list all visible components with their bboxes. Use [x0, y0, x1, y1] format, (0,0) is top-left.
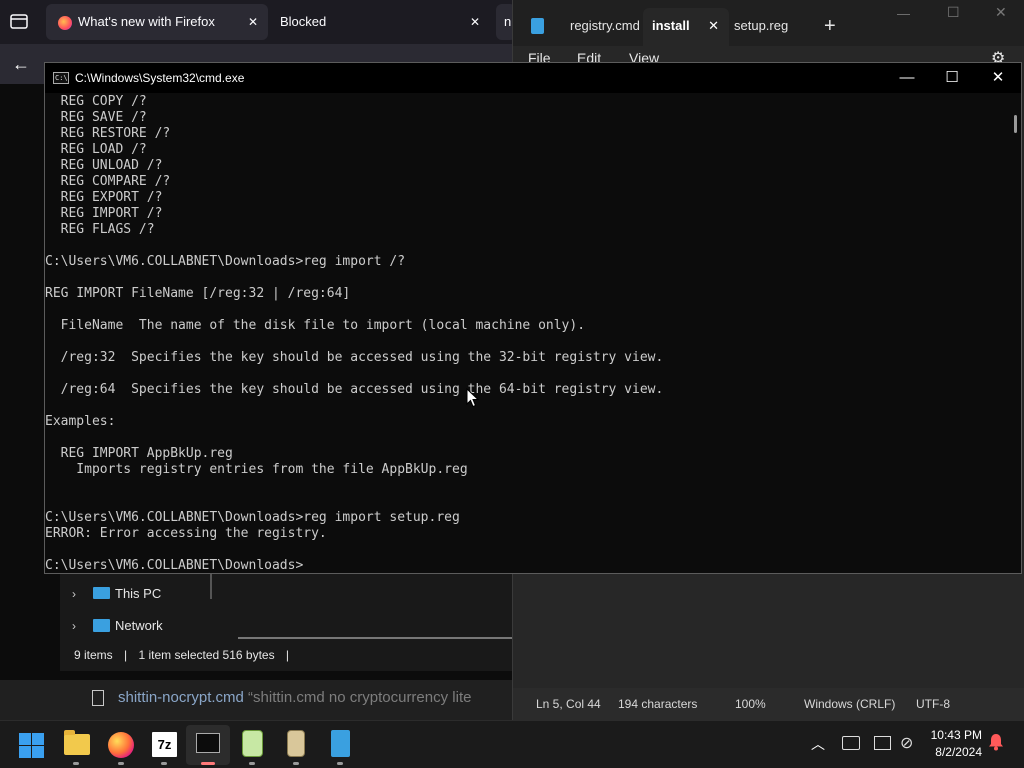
- close-icon: ✕: [991, 69, 1005, 86]
- minimize-button[interactable]: —: [884, 63, 930, 93]
- close-tab-icon[interactable]: ✕: [708, 8, 719, 44]
- tab-label: Blocked: [280, 14, 327, 29]
- 7zip-icon[interactable]: 7z: [152, 732, 177, 757]
- firefox-tab-icon: [58, 15, 72, 30]
- chevron-right-icon[interactable]: ›: [72, 579, 76, 609]
- running-indicator: [249, 762, 255, 765]
- maximize-icon: ☐: [945, 69, 959, 86]
- network-icon: [93, 619, 110, 632]
- running-indicator: [73, 762, 79, 765]
- tab-label: n: [504, 14, 512, 29]
- firefox-icon[interactable]: [108, 732, 134, 758]
- tree-item-label: Network: [115, 618, 163, 633]
- sound-muted-icon[interactable]: ⊘: [900, 733, 913, 753]
- status-selection: 1 item selected 516 bytes: [138, 648, 275, 662]
- tab-list-icon[interactable]: [8, 10, 30, 32]
- status-zoom[interactable]: 100%: [735, 688, 766, 720]
- chevron-up-icon[interactable]: ︿: [811, 734, 825, 754]
- close-tab-icon[interactable]: ✕: [470, 4, 480, 40]
- cmd-window-title: C:\Windows\System32\cmd.exe: [75, 71, 245, 85]
- clock-date: 8/2/2024: [935, 745, 982, 759]
- search-result-strip: shittin-nocrypt.cmd “shittin.cmd no cryp…: [0, 680, 512, 720]
- status-position: Ln 5, Col 44: [536, 697, 601, 711]
- tab-label: registry.cmd: [570, 18, 640, 33]
- maximize-icon[interactable]: ☐: [947, 4, 960, 21]
- chevron-right-icon[interactable]: ›: [72, 611, 76, 641]
- monitor-icon: [93, 587, 110, 599]
- terminal-icon[interactable]: [186, 725, 230, 765]
- status-bar: 9 items | 1 item selected 516 bytes |: [74, 648, 289, 662]
- notepadpp-icon[interactable]: [242, 730, 263, 757]
- cmd-app-icon: C:\: [53, 72, 69, 84]
- running-indicator: [293, 762, 299, 765]
- minimize-icon: —: [899, 69, 915, 86]
- notepad-status-bar: Ln 5, Col 44 194 characters 100% Windows…: [513, 688, 1024, 720]
- new-tab-button[interactable]: +: [824, 8, 844, 44]
- taskbar: 7z ︿ ⊘ 10:43 PM 8/2/2024: [0, 720, 1024, 768]
- close-tab-icon[interactable]: ✕: [248, 4, 258, 40]
- notification-bell-icon[interactable]: [988, 733, 1004, 751]
- back-icon[interactable]: ←: [12, 54, 30, 74]
- status-characters: 194 characters: [618, 697, 698, 711]
- notepad-tab-strip: registry.cmd install ✕ setup.reg + — ☐ ✕: [513, 0, 1024, 46]
- tab-blocked[interactable]: Blocked ✕: [270, 4, 492, 40]
- tree-item-this-pc[interactable]: › This PC: [60, 579, 210, 609]
- firefox-tab-strip: What's new with Firefox ✕ Blocked ✕ n: [0, 0, 516, 44]
- vertical-scrollbar[interactable]: [1014, 115, 1017, 133]
- tab-label: What's new with Firefox: [78, 14, 215, 29]
- running-indicator: [337, 762, 343, 765]
- status-separator: |: [285, 648, 290, 662]
- status-separator: |: [124, 648, 128, 662]
- search-result-file[interactable]: shittin-nocrypt.cmd: [118, 689, 244, 706]
- horizontal-scrollbar[interactable]: [238, 637, 512, 639]
- tab-setup-reg[interactable]: setup.reg: [734, 8, 814, 44]
- tab-label: setup.reg: [734, 18, 789, 33]
- tab-label: install: [652, 18, 690, 33]
- active-indicator: [201, 762, 215, 765]
- file-explorer-window: › This PC › Network 9 items | 1 item sel…: [60, 573, 512, 671]
- running-indicator: [118, 762, 124, 765]
- display-icon[interactable]: [874, 736, 891, 750]
- terminal-glyph: [196, 733, 220, 753]
- notepad-editor[interactable]: [513, 574, 1024, 688]
- 7zip-label: 7z: [157, 737, 172, 752]
- cmd-icon-text: C:\: [55, 74, 68, 82]
- file-icon: [92, 690, 104, 707]
- maximize-button[interactable]: ☐: [929, 63, 975, 93]
- notepad-app-icon: [531, 18, 544, 34]
- status-item-count: 9 items: [74, 648, 113, 662]
- status-line-endings[interactable]: Windows (CRLF): [804, 688, 895, 720]
- search-result-snippet: “shittin.cmd no cryptocurrency lite: [248, 689, 472, 706]
- clock-time: 10:43 PM: [930, 728, 982, 742]
- windows-start-icon[interactable]: [19, 733, 44, 758]
- tree-item-network[interactable]: › Network: [60, 611, 210, 641]
- console-text: REG COPY /? REG SAVE /? REG RESTORE /? R…: [45, 94, 664, 573]
- add-tab-label: +: [824, 15, 836, 37]
- pane-divider[interactable]: [210, 573, 212, 599]
- tab-install[interactable]: install ✕: [643, 8, 729, 46]
- console-output[interactable]: REG COPY /? REG SAVE /? REG RESTORE /? R…: [45, 93, 1005, 573]
- mouse-pointer-icon: [466, 387, 480, 408]
- close-icon[interactable]: ✕: [995, 4, 1007, 21]
- tree-item-label: This PC: [115, 586, 162, 601]
- running-indicator: [161, 762, 167, 765]
- cmd-window: C:\ C:\Windows\System32\cmd.exe — ☐ ✕ RE…: [44, 62, 1022, 574]
- tab-whats-new[interactable]: What's new with Firefox ✕: [46, 4, 268, 40]
- network-disconnected-icon[interactable]: [842, 736, 860, 750]
- clock[interactable]: 10:43 PM 8/2/2024: [931, 727, 982, 761]
- cmd-title-bar[interactable]: C:\ C:\Windows\System32\cmd.exe — ☐ ✕: [45, 63, 1021, 93]
- archive-icon[interactable]: [287, 730, 305, 757]
- tab-registry-cmd[interactable]: registry.cmd: [570, 8, 652, 44]
- file-explorer-icon[interactable]: [64, 730, 90, 755]
- folder-tab: [64, 730, 75, 735]
- close-button[interactable]: ✕: [975, 63, 1021, 93]
- status-encoding[interactable]: UTF-8: [916, 688, 950, 720]
- notepad-icon[interactable]: [331, 730, 350, 757]
- minimize-icon[interactable]: —: [897, 6, 910, 21]
